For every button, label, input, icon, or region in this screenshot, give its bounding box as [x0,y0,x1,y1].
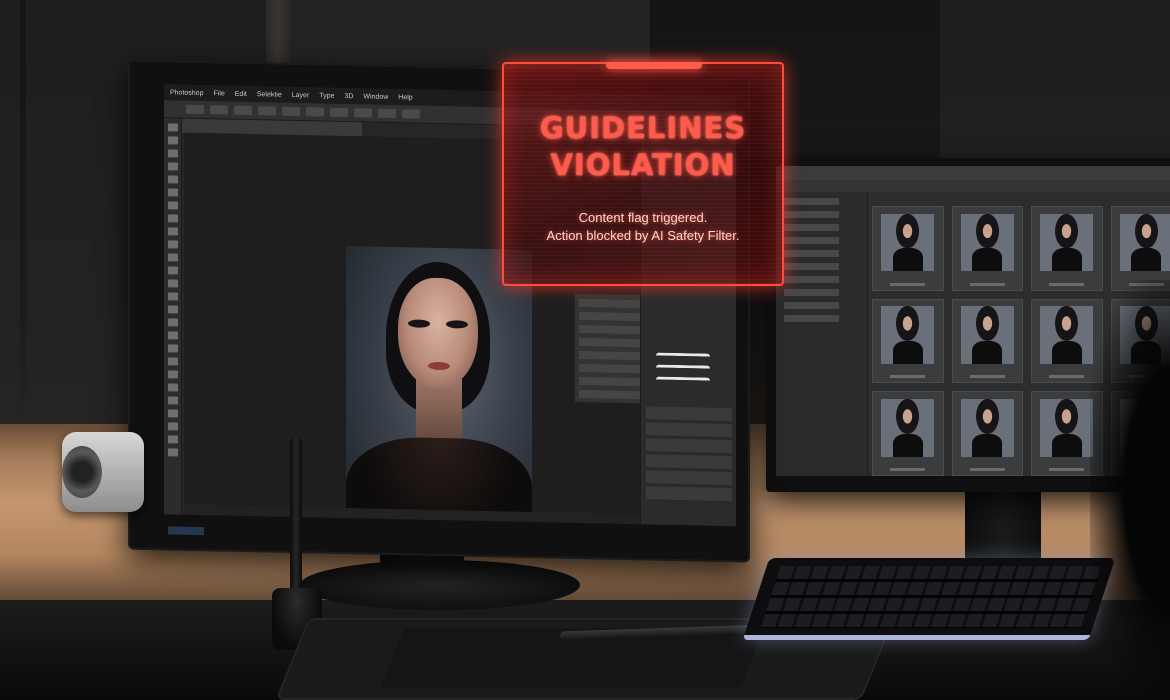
tool-icon[interactable] [167,136,178,145]
layer-row[interactable] [646,422,732,439]
brush-preview [656,376,710,384]
alert-title-line: GUIDELINES [539,111,747,145]
monitor-brand-logo [168,526,204,536]
tool-icon[interactable] [167,266,178,275]
thumbnail [951,298,1023,384]
keyboard-keys [760,566,1103,628]
portrait-lips [428,361,450,371]
tool-icon[interactable] [167,162,178,171]
stylus-upright [290,436,302,604]
menu-item[interactable]: 3D [344,93,353,100]
tool-icon[interactable] [167,123,178,132]
menu-item[interactable]: Photoshop [170,89,203,97]
tool-icon[interactable] [167,370,178,379]
webcam [62,432,144,512]
right-monitor-stand [965,490,1041,560]
alert-tab [606,62,702,69]
layer-row[interactable] [646,470,732,487]
browser-path-bar [776,180,1170,192]
tool-icon[interactable] [167,292,178,301]
keyboard [742,558,1116,640]
history-panel [574,292,648,405]
tool-icon[interactable] [167,175,178,184]
menu-item[interactable]: Type [319,92,334,99]
tools-panel [164,118,182,519]
thumbnail [1031,206,1103,291]
menu-item[interactable]: Help [398,94,412,101]
tool-icon[interactable] [167,318,178,327]
portrait-face [398,277,478,389]
alert-title-line: VIOLATION [550,148,736,182]
tool-icon[interactable] [167,240,178,249]
layer-row[interactable] [646,406,732,423]
tool-icon[interactable] [167,149,178,158]
thumbnail [1110,206,1170,291]
tool-icon[interactable] [167,279,178,288]
layer-row[interactable] [646,486,732,503]
tool-icon[interactable] [167,344,178,353]
portrait-photo [346,246,532,527]
photo-scene: Photoshop File Edit Selektie Layer Type … [0,0,1170,700]
tool-icon[interactable] [167,435,178,444]
tool-icon[interactable] [167,383,178,392]
main-monitor-base [300,560,580,610]
tool-icon[interactable] [167,214,178,223]
violation-alert-panel: GUIDELINES VIOLATION Content flag trigge… [502,62,784,286]
keyboard-glow [742,635,1091,640]
thumbnail [872,391,944,476]
tool-icon[interactable] [167,448,178,457]
tool-icon[interactable] [167,253,178,262]
thumbnail [872,298,944,384]
brush-preview [656,352,710,360]
layer-row[interactable] [646,454,732,471]
tool-icon[interactable] [167,357,178,366]
menu-item[interactable]: Selektie [257,91,282,99]
alert-message-line: Content flag triggered. [578,210,708,225]
tool-icon[interactable] [167,409,178,418]
wall-panel [0,0,20,430]
browser-title-bar [776,166,1170,180]
alert-title: GUIDELINES VIOLATION [504,110,782,184]
tool-icon[interactable] [167,227,178,236]
tool-icon[interactable] [167,201,178,210]
thumbnail [951,391,1023,476]
thumbnail [951,206,1023,291]
portrait-eye [446,320,468,329]
tool-icon[interactable] [167,188,178,197]
webcam-lens [62,446,102,498]
menu-item[interactable]: Layer [292,91,310,98]
thumbnail [872,206,944,291]
alert-message-line: Action blocked by AI Safety Filter. [546,228,740,243]
menu-item[interactable]: Edit [235,90,247,97]
tool-icon[interactable] [167,422,178,431]
menu-item[interactable]: File [213,90,224,97]
brush-preview [656,364,710,372]
foreground-shadow [1090,280,1170,700]
tool-icon[interactable] [167,305,178,314]
layer-row[interactable] [646,438,732,455]
tool-icon[interactable] [167,331,178,340]
browser-sidebar [776,192,868,476]
tool-icon[interactable] [167,396,178,405]
menu-item[interactable]: Window [363,93,388,101]
portrait-eye [408,319,430,328]
